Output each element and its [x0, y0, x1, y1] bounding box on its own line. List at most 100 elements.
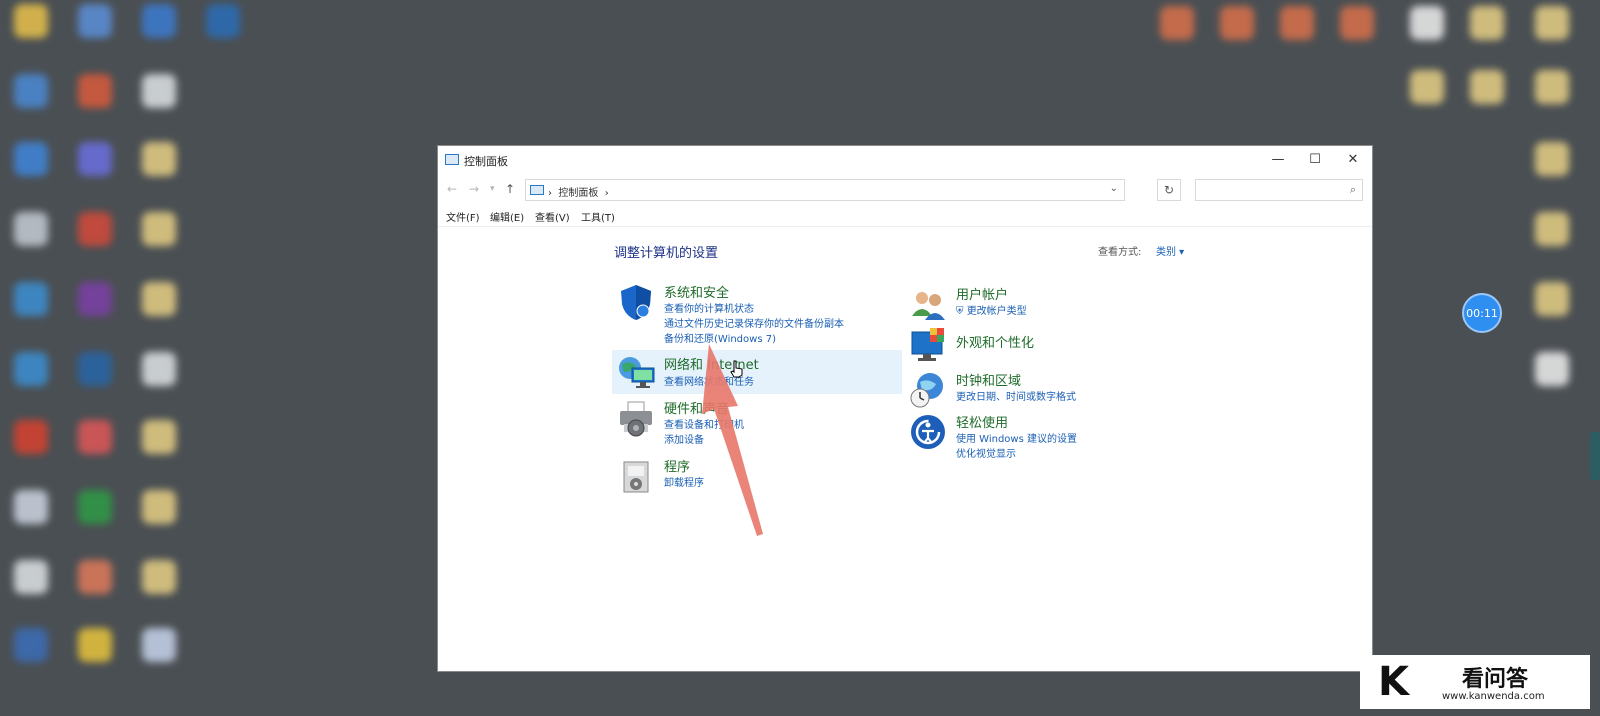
desktop-icon[interactable]: [142, 74, 176, 108]
recording-timer[interactable]: 00:11: [1462, 293, 1502, 333]
refresh-button[interactable]: ↻: [1157, 179, 1181, 201]
address-bar[interactable]: › 控制面板 › ⌄: [525, 179, 1125, 201]
menu-tools[interactable]: 工具(T): [581, 209, 615, 224]
breadcrumb-item[interactable]: 控制面板: [558, 188, 598, 199]
chevron-down-icon[interactable]: ⌄: [1110, 183, 1118, 194]
printer-icon: [620, 401, 652, 437]
desktop-icon[interactable]: [1535, 142, 1569, 176]
menu-edit[interactable]: 编辑(E): [490, 209, 524, 224]
desktop-icon[interactable]: [1535, 70, 1569, 104]
back-arrow-icon[interactable]: ←: [447, 182, 457, 196]
category-title[interactable]: 系统和安全: [664, 282, 729, 301]
desktop-icon[interactable]: [142, 282, 176, 316]
edge-panel-handle[interactable]: [1590, 432, 1600, 480]
category-hardware-sound[interactable]: 硬件和声音 查看设备和打印机 添加设备: [612, 398, 902, 448]
breadcrumb[interactable]: › 控制面板 ›: [548, 184, 609, 199]
desktop-icon[interactable]: [142, 490, 176, 524]
desktop-icon[interactable]: [1535, 6, 1569, 40]
desktop-icon[interactable]: [78, 628, 112, 662]
desktop-icon[interactable]: [14, 560, 48, 594]
desktop-icon[interactable]: [14, 74, 48, 108]
desktop-icon[interactable]: [142, 420, 176, 454]
desktop-icon[interactable]: [1470, 70, 1504, 104]
category-appearance[interactable]: 外观和个性化: [904, 326, 1194, 366]
forward-arrow-icon[interactable]: →: [469, 182, 479, 196]
desktop-icon[interactable]: [14, 420, 48, 454]
menu-view[interactable]: 查看(V): [535, 209, 570, 224]
category-ease-of-access[interactable]: 轻松使用 使用 Windows 建议的设置 优化视觉显示: [904, 412, 1194, 462]
category-user-accounts[interactable]: 用户帐户 ⛨ 更改帐户类型: [904, 284, 1194, 320]
desktop-icon[interactable]: [1535, 282, 1569, 316]
menu-bar: 文件(F) 编辑(E) 查看(V) 工具(T): [438, 206, 1372, 227]
desktop-icon[interactable]: [14, 490, 48, 524]
category-link[interactable]: ⛨ 更改帐户类型: [956, 302, 1027, 317]
category-system-security[interactable]: 系统和安全 查看你的计算机状态 通过文件历史记录保存你的文件备份副本 备份和还原…: [612, 282, 902, 348]
desktop-icon[interactable]: [1535, 352, 1569, 386]
ease-of-access-icon: [911, 415, 945, 449]
category-link[interactable]: 使用 Windows 建议的设置: [956, 430, 1077, 445]
search-icon[interactable]: ⌕: [1350, 183, 1356, 197]
title-bar[interactable]: 控制面板 — ☐ ✕: [438, 146, 1372, 176]
desktop-icon[interactable]: [1340, 6, 1374, 40]
desktop-icon[interactable]: [78, 4, 112, 38]
category-programs[interactable]: 程序 卸载程序: [612, 456, 902, 494]
desktop-icon[interactable]: [1280, 6, 1314, 40]
shield-icon: [621, 285, 651, 320]
desktop-icon[interactable]: [142, 142, 176, 176]
category-title[interactable]: 轻松使用: [956, 412, 1008, 431]
category-title[interactable]: 硬件和声音: [664, 398, 729, 417]
category-link[interactable]: 查看设备和打印机: [664, 416, 744, 431]
desktop-icon[interactable]: [142, 212, 176, 246]
desktop-icon[interactable]: [78, 420, 112, 454]
category-title[interactable]: 程序: [664, 456, 690, 475]
desktop-icon[interactable]: [1410, 6, 1444, 40]
category-network-internet[interactable]: 网络和 Internet 查看网络状态和任务: [612, 350, 902, 394]
maximize-button[interactable]: ☐: [1297, 146, 1333, 172]
desktop-icon[interactable]: [142, 560, 176, 594]
desktop-icon[interactable]: [14, 628, 48, 662]
category-link[interactable]: 优化视觉显示: [956, 445, 1016, 460]
desktop-icon[interactable]: [78, 282, 112, 316]
recent-locations-icon[interactable]: ▾: [490, 184, 495, 194]
category-link[interactable]: 添加设备: [664, 431, 704, 446]
up-arrow-icon[interactable]: ↑: [505, 182, 515, 196]
desktop-icon[interactable]: [78, 352, 112, 386]
category-title[interactable]: 用户帐户: [956, 284, 1008, 303]
desktop-icon[interactable]: [14, 212, 48, 246]
desktop-icon[interactable]: [14, 282, 48, 316]
desktop-icon[interactable]: [78, 560, 112, 594]
category-clock-region[interactable]: 时钟和区域 更改日期、时间或数字格式: [904, 370, 1194, 410]
category-title[interactable]: 外观和个性化: [956, 332, 1034, 351]
category-title[interactable]: 网络和 Internet: [664, 354, 759, 373]
control-panel-icon: [445, 154, 459, 165]
desktop-icon[interactable]: [1410, 70, 1444, 104]
desktop-icon[interactable]: [78, 74, 112, 108]
view-by-dropdown[interactable]: 类别 ▾: [1156, 243, 1184, 258]
desktop-icon[interactable]: [14, 352, 48, 386]
category-link[interactable]: 卸载程序: [664, 474, 704, 489]
desktop-icon[interactable]: [1535, 212, 1569, 246]
desktop-icon[interactable]: [14, 4, 48, 38]
desktop-icon[interactable]: [78, 490, 112, 524]
category-link[interactable]: 查看你的计算机状态: [664, 300, 754, 315]
desktop-icon[interactable]: [1160, 6, 1194, 40]
desktop-icon[interactable]: [78, 142, 112, 176]
desktop-icon[interactable]: [14, 142, 48, 176]
desktop-icon[interactable]: [1220, 6, 1254, 40]
desktop-icon[interactable]: [142, 4, 176, 38]
category-link[interactable]: 更改日期、时间或数字格式: [956, 388, 1076, 403]
desktop-icon[interactable]: [142, 352, 176, 386]
minimize-button[interactable]: —: [1260, 146, 1296, 172]
category-link[interactable]: 备份和还原(Windows 7): [664, 330, 776, 345]
desktop-icon[interactable]: [142, 628, 176, 662]
category-link[interactable]: 通过文件历史记录保存你的文件备份副本: [664, 315, 844, 330]
page-title: 调整计算机的设置: [614, 246, 719, 261]
watermark-url: www.kanwenda.com: [1442, 691, 1545, 702]
close-button[interactable]: ✕: [1335, 146, 1371, 172]
category-title[interactable]: 时钟和区域: [956, 370, 1021, 389]
desktop-icon[interactable]: [1470, 6, 1504, 40]
search-input[interactable]: ⌕: [1195, 179, 1363, 201]
desktop-icon[interactable]: [78, 212, 112, 246]
desktop-icon[interactable]: [206, 4, 240, 38]
menu-file[interactable]: 文件(F): [446, 209, 480, 224]
